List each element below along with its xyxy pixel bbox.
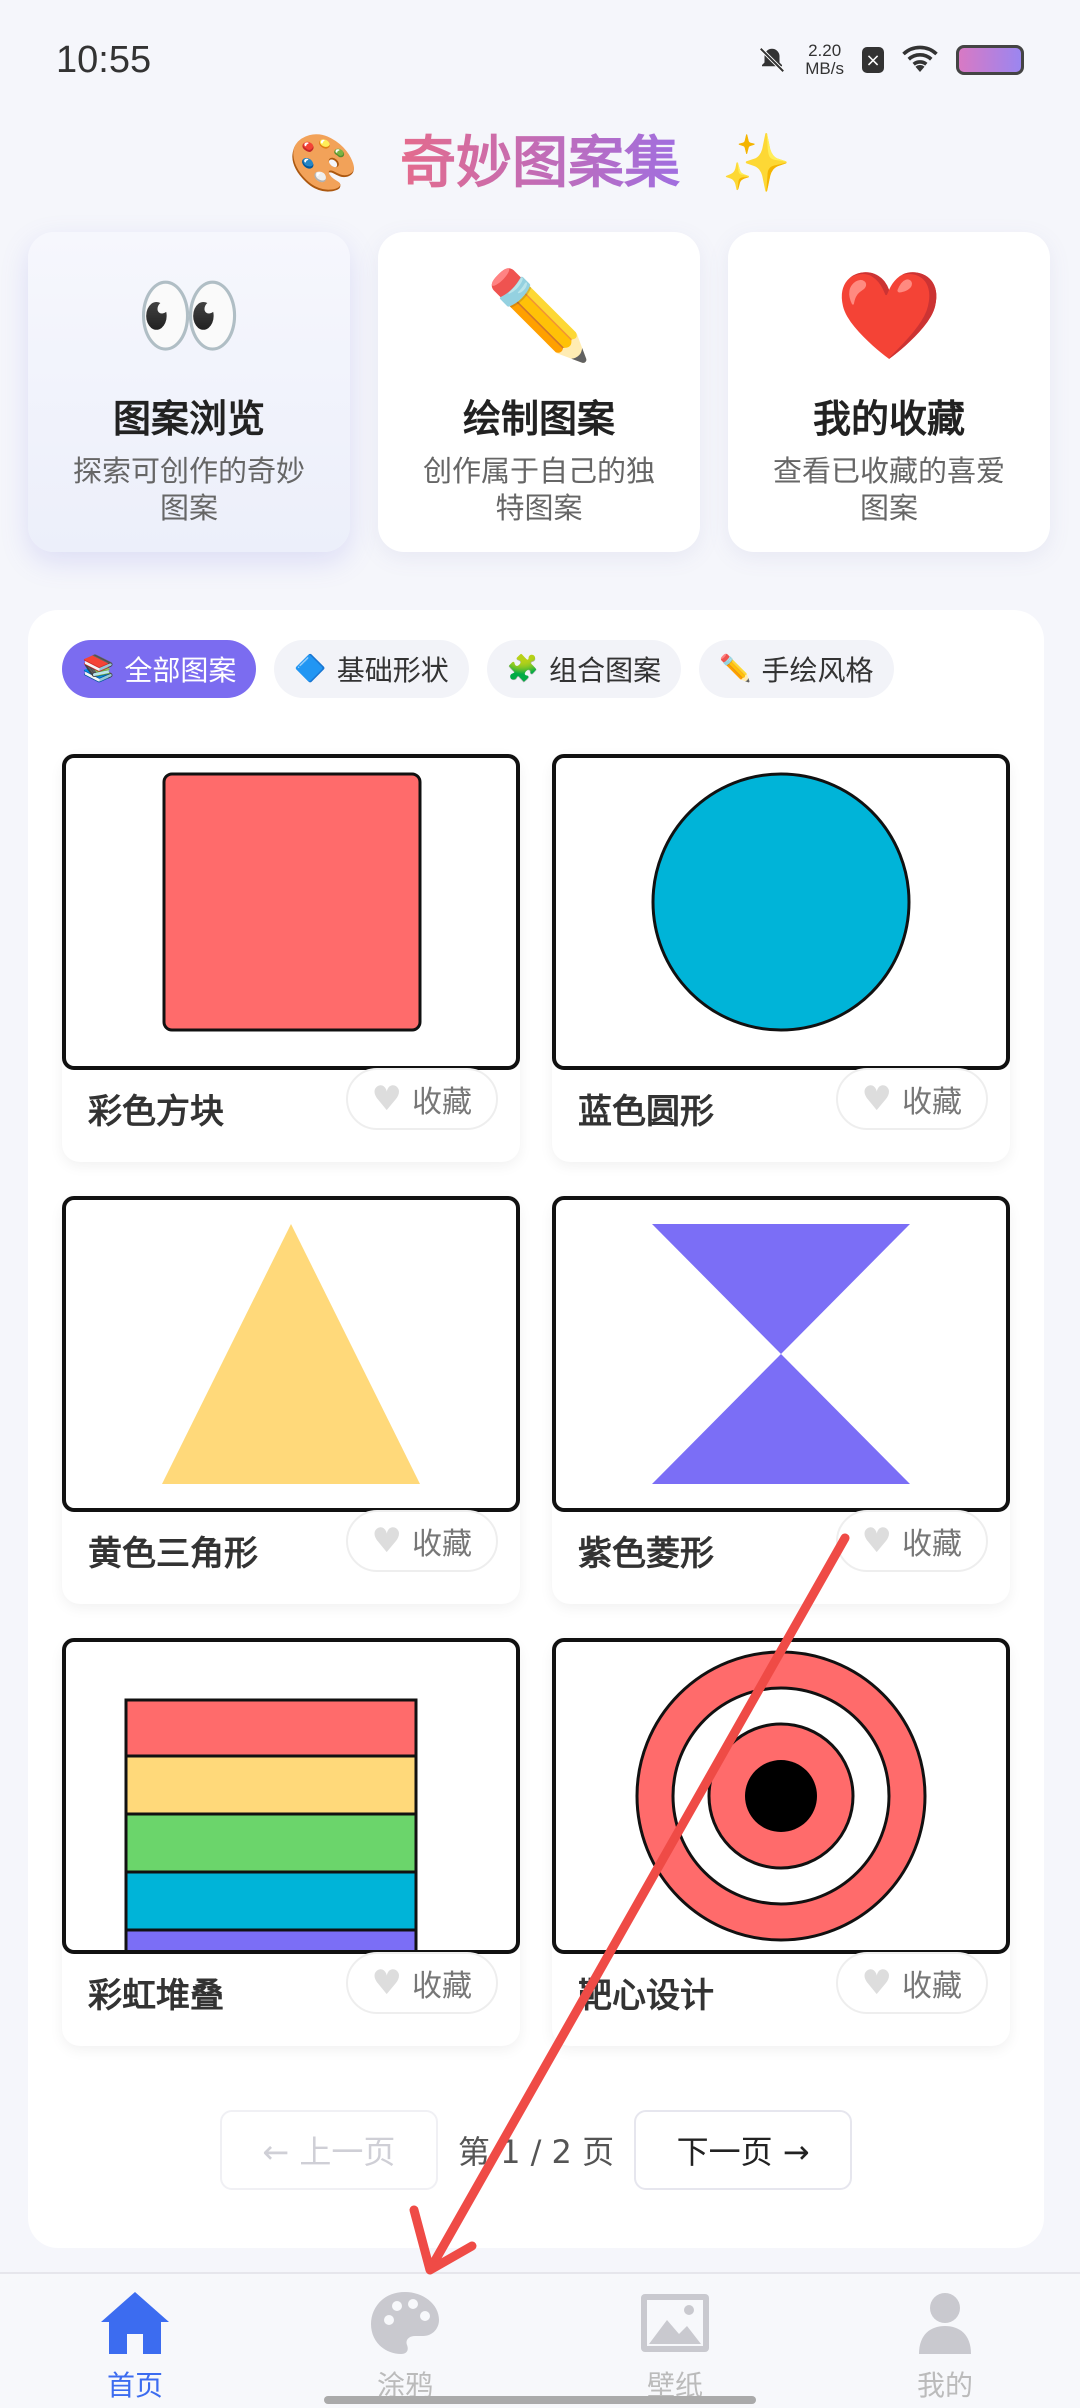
- feature-cards: 👀 图案浏览 探索可创作的奇妙图案 ✏️ 绘制图案 创作属于自己的独特图案 ❤️…: [28, 232, 1052, 552]
- favorite-button[interactable]: ♥ 收藏: [345, 1068, 498, 1130]
- triangle-shape: [162, 1224, 420, 1484]
- favorite-button[interactable]: ♥ 收藏: [345, 1510, 498, 1572]
- pattern-name: 靶心设计: [578, 1976, 714, 2016]
- favorite-label: 收藏: [412, 1527, 472, 1562]
- heart-outline-icon: ♥: [861, 1079, 892, 1119]
- filter-chip-handdrawn[interactable]: ✏️ 手绘风格: [699, 640, 894, 698]
- pattern-canvas[interactable]: [62, 1638, 520, 1954]
- feature-desc: 探索可创作的奇妙图案: [72, 454, 305, 525]
- sparkles-icon: ✨: [721, 131, 792, 196]
- notification-x-icon: ×: [862, 47, 884, 73]
- chip-label: 手绘风格: [761, 654, 874, 687]
- app-title: 🎨 奇妙图案集 ✨: [0, 118, 1080, 199]
- network-speed: 2.20 MB/s: [805, 41, 844, 78]
- favorite-button[interactable]: ♥ 收藏: [835, 1952, 988, 2014]
- palette-icon: [371, 2292, 439, 2354]
- feature-title: 绘制图案: [462, 397, 615, 441]
- pattern-card[interactable]: 黄色三角形 ♥ 收藏: [62, 1196, 520, 1604]
- feature-title: 我的收藏: [812, 397, 965, 441]
- square-shape: [162, 772, 422, 1032]
- favorite-button[interactable]: ♥ 收藏: [345, 1952, 498, 2014]
- home-icon: [101, 2292, 169, 2354]
- user-icon: [919, 2293, 971, 2354]
- pattern-canvas[interactable]: [62, 754, 520, 1070]
- pattern-panel: 📚 全部图案 🔷 基础形状 🧩 组合图案 ✏️ 手绘风格 彩色方块 ♥ 收藏 蓝…: [28, 610, 1044, 2248]
- nav-label: 首页: [106, 2369, 163, 2402]
- favorite-button[interactable]: ♥ 收藏: [835, 1510, 988, 1572]
- pattern-card[interactable]: 彩虹堆叠 ♥ 收藏: [62, 1638, 520, 2046]
- circle-shape: [651, 772, 911, 1032]
- pattern-canvas[interactable]: [552, 1638, 1010, 1954]
- favorite-button[interactable]: ♥ 收藏: [835, 1068, 988, 1130]
- palette-emoji-icon: 🎨: [288, 131, 359, 196]
- filter-chip-combo[interactable]: 🧩 组合图案: [486, 640, 682, 698]
- pattern-name: 彩虹堆叠: [88, 1976, 224, 2016]
- chip-label: 基础形状: [336, 654, 449, 687]
- feature-card-browse[interactable]: 👀 图案浏览 探索可创作的奇妙图案: [28, 232, 350, 552]
- puzzle-icon: 🧩: [506, 654, 540, 684]
- pagination: ← 上一页 第 1 / 2 页 下一页 →: [28, 2110, 1044, 2190]
- books-icon: 📚: [82, 654, 115, 684]
- page-indicator: 第 1 / 2 页: [457, 2133, 615, 2171]
- favorite-label: 收藏: [902, 1085, 962, 1120]
- mute-bell-icon: [759, 47, 785, 73]
- favorite-label: 收藏: [412, 1085, 472, 1120]
- pattern-canvas[interactable]: [552, 754, 1010, 1070]
- hourglass-shape: [652, 1224, 910, 1484]
- favorite-label: 收藏: [412, 1969, 472, 2004]
- favorite-label: 收藏: [902, 1527, 962, 1562]
- pattern-name: 紫色菱形: [578, 1534, 714, 1574]
- favorite-label: 收藏: [902, 1969, 962, 2004]
- rainbow-stack-shape: [124, 1698, 418, 1950]
- home-indicator: [324, 2396, 756, 2404]
- pencil-icon: ✏️: [485, 266, 593, 366]
- pattern-name: 黄色三角形: [88, 1534, 258, 1574]
- heart-outline-icon: ♥: [371, 1963, 402, 2003]
- pattern-card[interactable]: 彩色方块 ♥ 收藏: [62, 754, 520, 1162]
- page-title: 奇妙图案集: [400, 131, 680, 196]
- image-icon: [641, 2294, 709, 2352]
- heart-outline-icon: ♥: [861, 1521, 892, 1561]
- nav-label: 我的: [916, 2369, 973, 2402]
- next-page-button[interactable]: 下一页 →: [634, 2110, 853, 2190]
- nav-item-doodle[interactable]: 涂鸦: [270, 2274, 540, 2408]
- target-shape: [635, 1650, 927, 1942]
- feature-desc: 查看已收藏的喜爱图案: [772, 454, 1005, 525]
- pattern-card[interactable]: 靶心设计 ♥ 收藏: [552, 1638, 1010, 2046]
- heart-icon: ❤️: [835, 266, 943, 366]
- wifi-icon: [902, 45, 938, 72]
- status-bar: 10:55 2.20 MB/s ×: [0, 0, 1080, 120]
- filter-chips: 📚 全部图案 🔷 基础形状 🧩 组合图案 ✏️ 手绘风格: [62, 640, 894, 698]
- feature-desc: 创作属于自己的独特图案: [422, 454, 655, 525]
- chip-label: 全部图案: [124, 654, 237, 687]
- heart-outline-icon: ♥: [861, 1963, 892, 2003]
- bottom-nav: 首页 涂鸦 壁纸 我的: [0, 2272, 1080, 2408]
- heart-outline-icon: ♥: [371, 1521, 402, 1561]
- feature-title: 图案浏览: [112, 397, 265, 441]
- status-time: 10:55: [56, 38, 152, 81]
- nav-item-wallpaper[interactable]: 壁纸: [540, 2274, 810, 2408]
- nav-item-home[interactable]: 首页: [0, 2274, 270, 2408]
- pattern-card[interactable]: 紫色菱形 ♥ 收藏: [552, 1196, 1010, 1604]
- heart-outline-icon: ♥: [371, 1079, 402, 1119]
- pattern-card[interactable]: 蓝色圆形 ♥ 收藏: [552, 754, 1010, 1162]
- pattern-canvas[interactable]: [552, 1196, 1010, 1512]
- pencil-icon: ✏️: [719, 654, 752, 684]
- chip-label: 组合图案: [549, 654, 662, 687]
- filter-chip-basic[interactable]: 🔷 基础形状: [274, 640, 469, 698]
- filter-chip-all[interactable]: 📚 全部图案: [62, 640, 257, 698]
- feature-card-favorites[interactable]: ❤️ 我的收藏 查看已收藏的喜爱图案: [728, 232, 1050, 552]
- pattern-canvas[interactable]: [62, 1196, 520, 1512]
- status-icons: 2.20 MB/s ×: [757, 42, 1024, 78]
- eyes-icon: 👀: [135, 266, 243, 366]
- pattern-name: 蓝色圆形: [578, 1092, 714, 1132]
- pattern-name: 彩色方块: [88, 1092, 224, 1132]
- feature-card-draw[interactable]: ✏️ 绘制图案 创作属于自己的独特图案: [378, 232, 700, 552]
- nav-item-profile[interactable]: 我的: [810, 2274, 1080, 2408]
- diamond-icon: 🔷: [294, 654, 327, 684]
- prev-page-button[interactable]: ← 上一页: [219, 2110, 438, 2190]
- battery-icon: [956, 45, 1024, 75]
